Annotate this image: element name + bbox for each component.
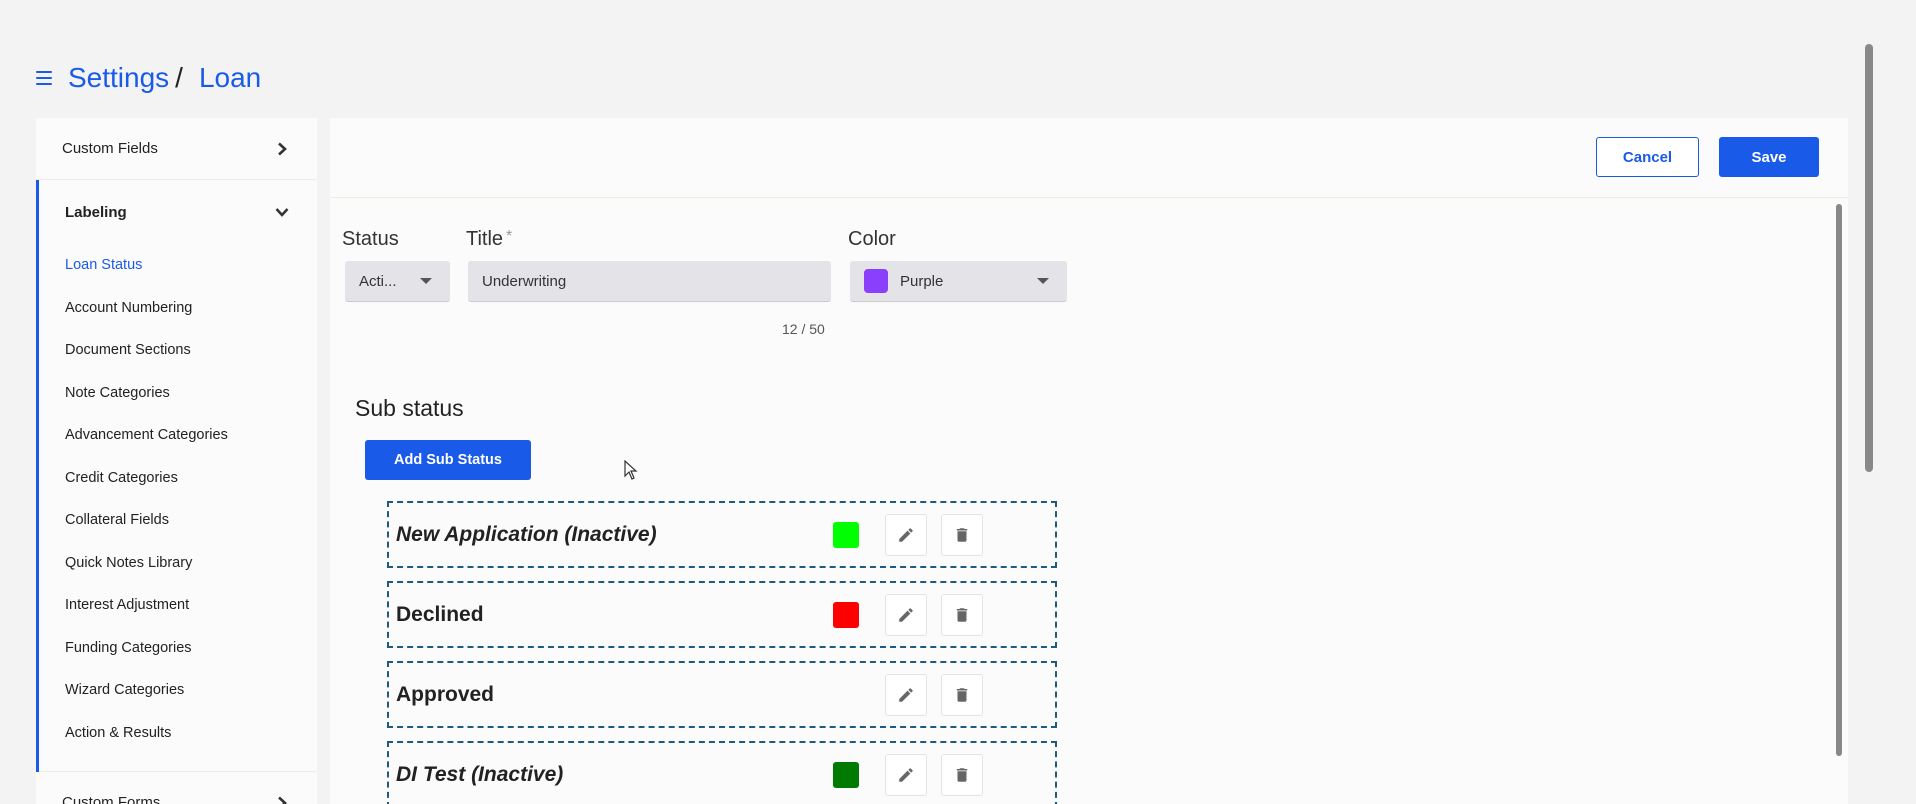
sidebar-item-advancement-categories[interactable]: Advancement Categories xyxy=(39,414,317,457)
sub-status-color-swatch xyxy=(833,521,859,548)
caret-down-icon xyxy=(420,278,432,284)
delete-sub-status-button[interactable] xyxy=(941,513,983,556)
sub-status-title: Approved xyxy=(396,682,495,706)
color-value: Purple xyxy=(900,272,944,290)
sub-status-row: Declined xyxy=(387,581,1057,648)
sub-status-color-swatch xyxy=(833,601,859,628)
sub-status-title: Declined xyxy=(396,602,484,626)
required-mark: * xyxy=(506,228,513,245)
trash-icon xyxy=(956,767,968,782)
trash-icon xyxy=(956,527,968,542)
sidebar-item-account-numbering[interactable]: Account Numbering xyxy=(39,287,317,330)
status-select[interactable]: Acti... xyxy=(345,261,450,302)
title-value: Underwriting xyxy=(482,272,567,290)
sidebar-item-document-sections[interactable]: Document Sections xyxy=(39,329,317,372)
delete-sub-status-button[interactable] xyxy=(941,673,983,716)
trash-icon xyxy=(956,687,968,702)
sidebar-item-funding-categories[interactable]: Funding Categories xyxy=(39,627,317,670)
loan-status-editor: Cancel Save Status Acti... Title * Underw… xyxy=(330,118,1848,804)
sidebar-item-interest-adjustment[interactable]: Interest Adjustment xyxy=(39,584,317,627)
title-label-text: Title xyxy=(466,228,504,250)
sidebar-item-action-results[interactable]: Action & Results xyxy=(39,712,317,755)
sub-status-row: New Application (Inactive) xyxy=(387,501,1057,568)
sub-status-row: Approved xyxy=(387,661,1057,728)
status-label: Status xyxy=(342,228,399,250)
sidebar-item-quick-notes-library[interactable]: Quick Notes Library xyxy=(39,542,317,585)
pencil-icon xyxy=(899,767,913,782)
add-sub-status-button[interactable]: Add Sub Status xyxy=(365,440,531,480)
sidebar-item-note-categories[interactable]: Note Categories xyxy=(39,372,317,415)
sidebar-section-custom-fields[interactable]: Custom Fields xyxy=(36,118,317,180)
cancel-button[interactable]: Cancel xyxy=(1596,137,1699,177)
chevron-right-icon xyxy=(275,142,289,156)
sidebar-section-label: Custom Forms xyxy=(62,794,161,804)
title-char-counter: 12 / 50 xyxy=(782,321,825,337)
sub-status-title: New Application (Inactive) xyxy=(396,522,657,546)
edit-sub-status-button[interactable] xyxy=(885,753,927,796)
panel-scrollbar[interactable] xyxy=(1836,204,1842,756)
sidebar-item-loan-status[interactable]: Loan Status xyxy=(39,244,317,287)
delete-sub-status-button[interactable] xyxy=(941,593,983,636)
settings-sidebar: Custom Fields Labeling Loan Status Accou… xyxy=(36,118,317,804)
sub-status-heading: Sub status xyxy=(355,395,464,421)
status-value: Acti... xyxy=(359,272,397,290)
mouse-cursor-icon xyxy=(624,460,638,480)
title-input[interactable]: Underwriting xyxy=(468,261,831,302)
hamburger-icon[interactable] xyxy=(36,67,58,89)
sub-status-row: DI Test (Inactive) xyxy=(387,741,1057,804)
edit-sub-status-button[interactable] xyxy=(885,593,927,636)
chevron-down-icon xyxy=(275,205,289,219)
sidebar-section-custom-forms[interactable]: Custom Forms xyxy=(36,772,317,804)
color-swatch xyxy=(864,269,888,293)
sidebar-item-collateral-fields[interactable]: Collateral Fields xyxy=(39,499,317,542)
sub-status-title: DI Test (Inactive) xyxy=(396,762,564,786)
title-label: Title * xyxy=(466,228,512,251)
color-select[interactable]: Purple xyxy=(850,261,1067,302)
trash-icon xyxy=(956,607,968,622)
pencil-icon xyxy=(899,527,913,542)
breadcrumb: Settings / Loan xyxy=(36,58,261,98)
sidebar-section-labeling[interactable]: Labeling xyxy=(39,180,317,244)
breadcrumb-settings[interactable]: Settings xyxy=(68,62,169,94)
delete-sub-status-button[interactable] xyxy=(941,753,983,796)
sub-status-color-swatch xyxy=(833,761,859,788)
breadcrumb-loan: Loan xyxy=(198,62,262,93)
caret-down-icon xyxy=(1037,278,1049,284)
action-bar: Cancel Save xyxy=(330,118,1848,198)
sidebar-item-wizard-categories[interactable]: Wizard Categories xyxy=(39,669,317,712)
sidebar-group-end xyxy=(39,754,317,772)
edit-sub-status-button[interactable] xyxy=(885,673,927,716)
chevron-right-icon xyxy=(275,796,289,804)
page-scrollbar[interactable] xyxy=(1865,44,1873,472)
pencil-icon xyxy=(899,607,913,622)
sidebar-group-labeling: Labeling Loan Status Account Numbering D… xyxy=(36,180,317,772)
pencil-icon xyxy=(899,687,913,702)
breadcrumb-separator: / xyxy=(175,62,183,93)
sidebar-section-label: Custom Fields xyxy=(62,140,158,157)
edit-sub-status-button[interactable] xyxy=(885,513,927,556)
color-label: Color xyxy=(848,228,896,250)
save-button[interactable]: Save xyxy=(1719,137,1819,177)
sidebar-item-credit-categories[interactable]: Credit Categories xyxy=(39,457,317,500)
sidebar-section-label: Labeling xyxy=(65,203,127,221)
